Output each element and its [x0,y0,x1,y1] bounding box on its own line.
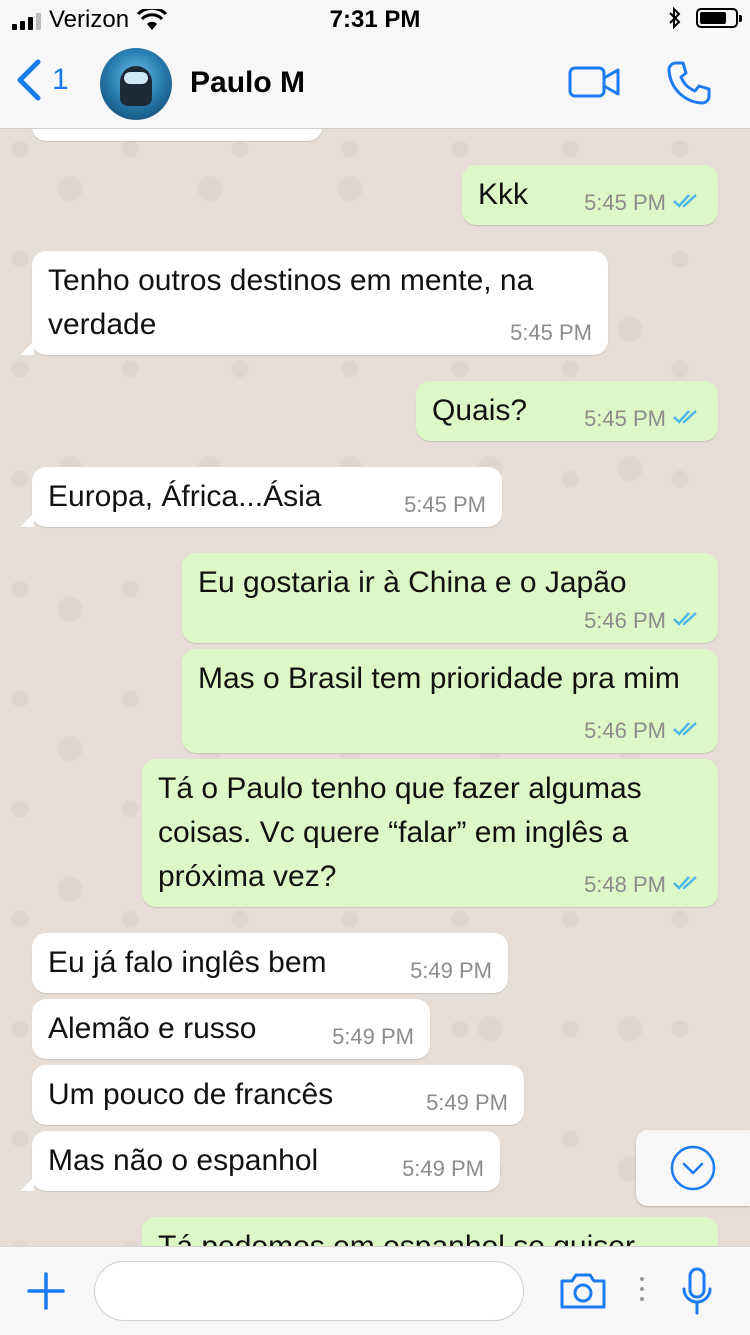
message-time: 5:49 PM [332,1024,414,1049]
read-ticks-icon [672,873,702,897]
microphone-icon [682,1267,712,1315]
message-time: 5:49 PM [402,1156,484,1181]
message-time: 5:48 PM [584,872,666,897]
message-bubble-partial [32,129,322,141]
message-bubble: Eu já falo inglês bem 5:49 PM [32,933,508,993]
video-camera-icon [568,66,620,98]
message-text: Eu gostaria ir à China e o Japão [198,566,627,599]
message-text: Tenho outros destinos em mente, na verda… [48,264,534,341]
back-button[interactable]: 1 [14,58,69,102]
phone-icon [667,61,711,105]
voice-record-button[interactable] [680,1267,714,1322]
status-bar: Verizon 7:31 PM [0,0,750,40]
message-time: 5:45 PM [404,492,486,517]
message-bubble: Tá o Paulo tenho que fazer algumas coisa… [142,759,718,907]
camera-icon [560,1273,606,1309]
message-bubble-partial: Tá podemos em espanhol se quiser [142,1217,718,1246]
message-time: 5:49 PM [426,1090,508,1115]
avatar[interactable] [100,48,172,120]
read-ticks-icon [672,609,702,633]
plus-icon [27,1272,65,1310]
voice-call-button[interactable] [666,60,712,111]
read-ticks-icon [672,191,702,215]
contact-name[interactable]: Paulo M [190,66,305,100]
battery-area [668,6,742,30]
battery-level [700,12,726,24]
message-bubble: Kkk 5:45 PM [462,165,718,225]
read-ticks-icon [672,719,702,743]
message-bubble: Mas o Brasil tem prioridade pra mim 5:46… [182,649,718,753]
camera-button[interactable] [558,1271,608,1316]
message-time: 5:45 PM [510,320,592,345]
message-time: 5:49 PM [410,958,492,983]
battery-icon [696,8,742,28]
message-bubble: Quais? 5:45 PM [416,381,718,441]
chevron-down-circle-icon [670,1145,716,1191]
message-bubble: Tenho outros destinos em mente, na verda… [20,251,608,355]
message-text: Mas o Brasil tem prioridade pra mim [198,662,680,695]
message-bubble: Alemão e russo 5:49 PM [32,999,430,1059]
message-input[interactable] [94,1261,524,1321]
attach-button[interactable] [26,1271,66,1316]
message-text: Tá podemos em espanhol se quiser [158,1225,702,1246]
input-bar [0,1246,750,1335]
chat-header: 1 Paulo M [0,40,750,129]
chevron-left-icon [17,59,41,101]
unread-count: 1 [52,63,69,96]
video-call-button[interactable] [568,66,620,103]
status-time: 7:31 PM [329,6,421,33]
message-time: 5:46 PM [584,608,666,633]
message-time: 5:45 PM [584,190,666,215]
read-ticks-icon [672,407,702,431]
chat-area[interactable]: Kkk 5:45 PM Tenho outros destinos em men… [0,129,750,1246]
message-bubble: Um pouco de francês 5:49 PM [32,1065,524,1125]
message-time: 5:45 PM [584,406,666,431]
message-bubble: Europa, África...Ásia 5:45 PM [20,467,502,527]
message-bubble: Eu gostaria ir à China e o Japão 5:46 PM [182,553,718,643]
bluetooth-icon [669,6,681,30]
scroll-to-bottom-button[interactable] [636,1130,750,1206]
message-bubble: Mas não o espanhol 5:49 PM [20,1131,500,1191]
separator-dots [640,1277,644,1307]
message-time: 5:46 PM [584,718,666,743]
